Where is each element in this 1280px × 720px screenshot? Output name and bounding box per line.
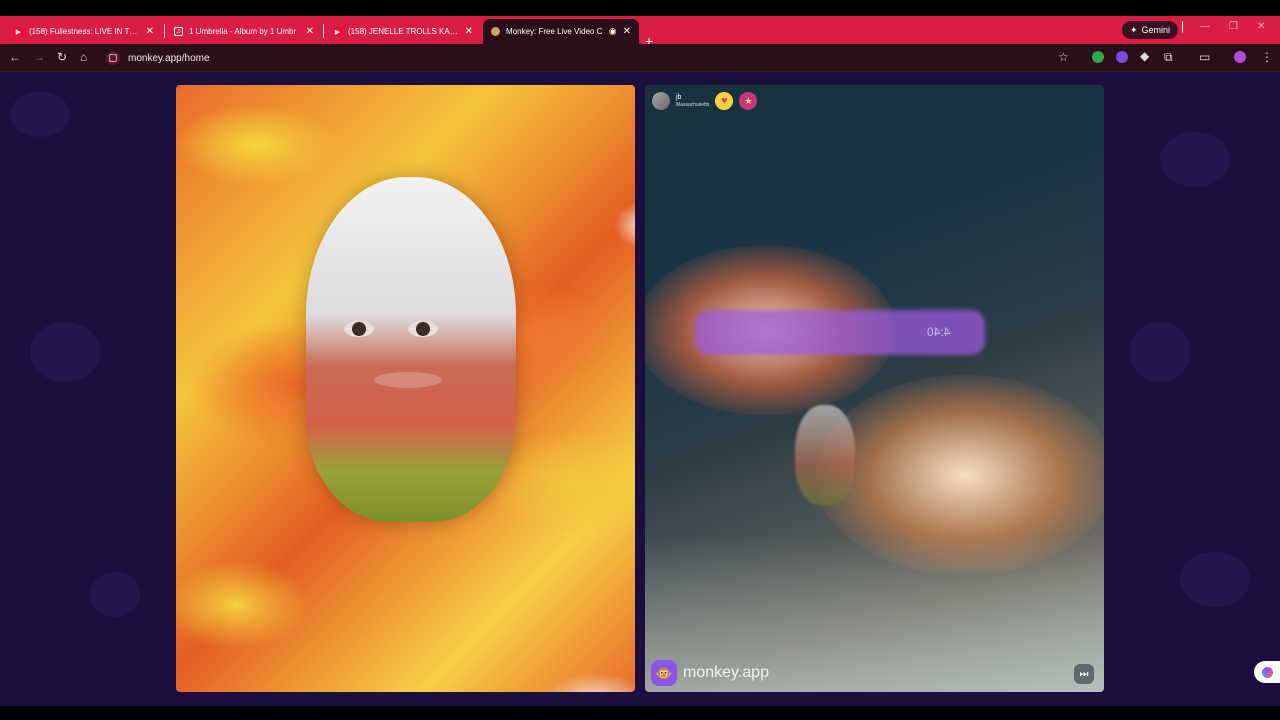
- bookmark-star-icon[interactable]: ☆: [1058, 50, 1069, 64]
- extension-purple-icon[interactable]: [1116, 51, 1128, 63]
- gift-badge-icon[interactable]: ★: [739, 92, 758, 110]
- bg-bubble: [1180, 552, 1250, 607]
- close-window-icon[interactable]: ✕: [1257, 21, 1265, 32]
- floating-extension-button[interactable]: [1254, 661, 1280, 683]
- screen-top-border: [0, 0, 1280, 16]
- mouth: [374, 372, 442, 388]
- tab-separator: [323, 24, 324, 38]
- home-icon[interactable]: ⌂: [80, 50, 87, 64]
- tab-title: 1 Umbrella - Album by 1 Umbr: [189, 27, 297, 36]
- youtube-icon: ▶: [14, 27, 23, 36]
- right-eye: [408, 321, 438, 337]
- site-info-icon[interactable]: [106, 51, 120, 65]
- address-bar[interactable]: monkey.app/home: [100, 47, 1100, 69]
- close-icon[interactable]: ✕: [465, 26, 473, 37]
- reload-icon[interactable]: ↻: [57, 50, 67, 64]
- tab-strip: ▶ (158) Fullestness: LIVE IN THE T ✕ ♫ 1…: [0, 16, 1280, 49]
- user-location: Massachusetts: [676, 102, 710, 108]
- media-recording-icon: ◉: [608, 26, 617, 36]
- close-icon[interactable]: ✕: [306, 26, 314, 37]
- extensions-puzzle-icon[interactable]: ⧉: [1164, 50, 1173, 65]
- skip-next-button[interactable]: ⏭: [1074, 664, 1094, 684]
- extension-green-icon[interactable]: [1092, 51, 1104, 63]
- forward-arrow-icon[interactable]: →: [33, 50, 45, 64]
- tab-separator: [164, 24, 165, 38]
- reflected-time: 4:40: [927, 325, 951, 339]
- tab-title: (158) JENELLE TROLLS KAIL LOU: [348, 27, 459, 36]
- browser-toolbar: ← → ↻ ⌂ monkey.app/home ☆ ◆ ⧉ ▭ ⋮: [0, 44, 1280, 72]
- remote-video-panel: 4:40 jb Massachusetts ♥ ★ 🐵 monkey.app ⏭: [645, 85, 1104, 692]
- avatar[interactable]: [652, 92, 670, 110]
- monkey-logo-icon: 🐵: [651, 660, 677, 686]
- user-text: jb Massachusetts: [676, 94, 709, 108]
- tab-title: (158) Fullestness: LIVE IN THE T: [29, 27, 140, 36]
- extension-diamond-icon[interactable]: ◆: [1140, 49, 1149, 63]
- bg-bubble: [1160, 132, 1230, 187]
- window-divider: |: [1181, 19, 1185, 33]
- remote-user-info: jb Massachusetts ♥ ★: [652, 92, 758, 110]
- side-panel-icon[interactable]: ▭: [1199, 50, 1210, 64]
- close-icon[interactable]: ✕: [623, 26, 631, 37]
- extension-logo-icon: [1261, 666, 1273, 678]
- profile-avatar-icon[interactable]: [1234, 51, 1246, 63]
- username: jb: [676, 94, 682, 101]
- screen-bottom-border: [0, 706, 1280, 720]
- bg-bubble: [30, 322, 100, 382]
- tab-youtube-fullestness[interactable]: ▶ (158) Fullestness: LIVE IN THE T ✕: [6, 19, 162, 44]
- minimize-icon[interactable]: —: [1200, 21, 1210, 32]
- back-arrow-icon[interactable]: ←: [9, 50, 21, 64]
- youtube-icon: ▶: [333, 27, 342, 36]
- gemini-label: Gemini: [1141, 25, 1171, 35]
- music-icon: ♫: [174, 27, 183, 36]
- candy-corn-face-filter: [306, 177, 516, 522]
- heart-icon[interactable]: ♥: [715, 92, 734, 110]
- restore-icon[interactable]: ❐: [1229, 21, 1238, 32]
- brand-text: monkey.app: [683, 664, 769, 681]
- monkey-watermark: 🐵 monkey.app: [651, 660, 769, 686]
- url-text: monkey.app/home: [128, 52, 210, 64]
- reflected-candy-face: [795, 405, 855, 505]
- monkey-icon: [491, 27, 500, 36]
- tab-umbrella-album[interactable]: ♫ 1 Umbrella - Album by 1 Umbr ✕: [166, 19, 322, 44]
- tab-title: Monkey: Free Live Video C: [506, 27, 603, 36]
- bg-bubble: [10, 92, 70, 137]
- gemini-button[interactable]: ✦ Gemini: [1122, 21, 1179, 39]
- tab-youtube-jenelle[interactable]: ▶ (158) JENELLE TROLLS KAIL LOU ✕: [325, 19, 481, 44]
- gemini-sparkle-icon: ✦: [1130, 24, 1138, 35]
- bg-bubble: [1130, 322, 1190, 382]
- bg-bubble: [90, 572, 140, 617]
- self-video-panel: [176, 85, 635, 692]
- close-icon[interactable]: ✕: [146, 26, 154, 37]
- menu-dots-icon[interactable]: ⋮: [1261, 50, 1273, 64]
- tab-monkey-active[interactable]: Monkey: Free Live Video C ◉ ✕: [483, 19, 639, 44]
- left-eye: [344, 321, 374, 337]
